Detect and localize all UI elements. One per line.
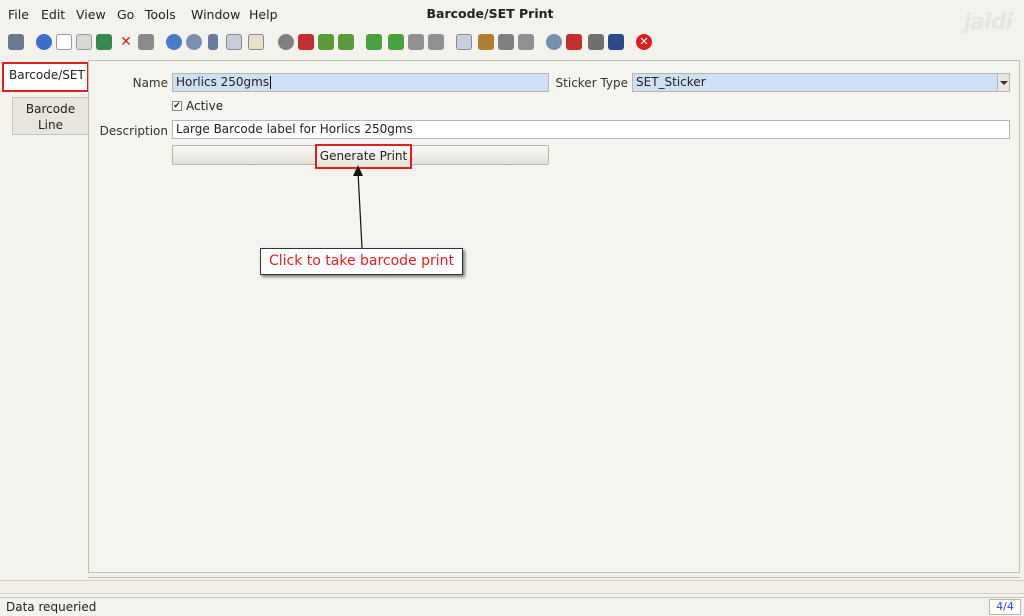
find-icon[interactable] (186, 34, 202, 50)
active-checkbox[interactable]: ✔ (172, 101, 182, 111)
back-icon[interactable] (318, 34, 334, 50)
tab-barcode-line[interactable]: Barcode Line (12, 97, 88, 135)
name-label: Name (132, 76, 168, 90)
sticker-type-value: SET_Sticker (636, 75, 706, 89)
last-icon[interactable] (428, 34, 444, 50)
sticker-type-select[interactable]: SET_Sticker (632, 73, 1010, 92)
chevron-down-icon[interactable] (997, 74, 1009, 91)
undo-icon[interactable] (8, 34, 24, 50)
menu-bar: File Edit View Go Tools Window Help Barc… (0, 0, 1024, 35)
description-field[interactable]: Large Barcode label for Horlics 250gms (172, 120, 1010, 139)
tab-barcode-line-label-1: Barcode (25, 102, 76, 116)
process-icon[interactable] (588, 34, 604, 50)
delete-icon[interactable]: ✕ (118, 34, 134, 50)
new-icon[interactable] (56, 34, 72, 50)
archive-icon[interactable] (478, 34, 494, 50)
annotation-arrow (353, 165, 363, 249)
tab-barcode-line-label-2: Line (37, 118, 63, 132)
status-bar: Data requeried 4/4 (0, 597, 1024, 616)
print-preview-icon[interactable] (138, 34, 154, 50)
print-icon[interactable] (498, 34, 514, 50)
description-label: Description (99, 124, 168, 138)
toolbar: ✕ ✕ (4, 32, 704, 54)
zoom-icon[interactable] (546, 34, 562, 50)
name-field-value: Horlics 250gms (176, 75, 270, 89)
active-label: Active (186, 99, 224, 113)
annotation-callout: Click to take barcode print (260, 248, 463, 275)
app-logo: jaidi (963, 10, 1013, 35)
window-title: Barcode/SET Print (426, 6, 554, 21)
attachment-icon[interactable] (208, 34, 218, 50)
copy-icon[interactable] (76, 34, 92, 50)
product-icon[interactable] (608, 34, 624, 50)
previous-icon[interactable] (388, 34, 404, 50)
horizontal-scrollbar[interactable] (0, 580, 1024, 594)
tab-barcode-set[interactable]: Barcode/SET (2, 62, 89, 92)
chat-icon[interactable] (226, 34, 242, 50)
report-icon[interactable] (456, 34, 472, 50)
refresh-icon[interactable] (166, 34, 182, 50)
print2-icon[interactable] (518, 34, 534, 50)
status-message: Data requeried (6, 600, 97, 614)
next-icon[interactable] (408, 34, 424, 50)
close-icon[interactable]: ✕ (636, 34, 652, 50)
help-icon[interactable] (36, 34, 52, 50)
name-field[interactable]: Horlics 250gms (172, 73, 549, 92)
home-icon[interactable] (298, 34, 314, 50)
save-icon[interactable] (96, 34, 112, 50)
grid-icon[interactable] (248, 34, 264, 50)
forward-icon[interactable] (338, 34, 354, 50)
description-field-value: Large Barcode label for Horlics 250gms (176, 122, 413, 136)
history-icon[interactable] (278, 34, 294, 50)
divider (88, 577, 1020, 578)
sticker-type-label: Sticker Type (555, 76, 628, 90)
record-count[interactable]: 4/4 (989, 599, 1021, 615)
workflow-icon[interactable] (566, 34, 582, 50)
first-icon[interactable] (366, 34, 382, 50)
